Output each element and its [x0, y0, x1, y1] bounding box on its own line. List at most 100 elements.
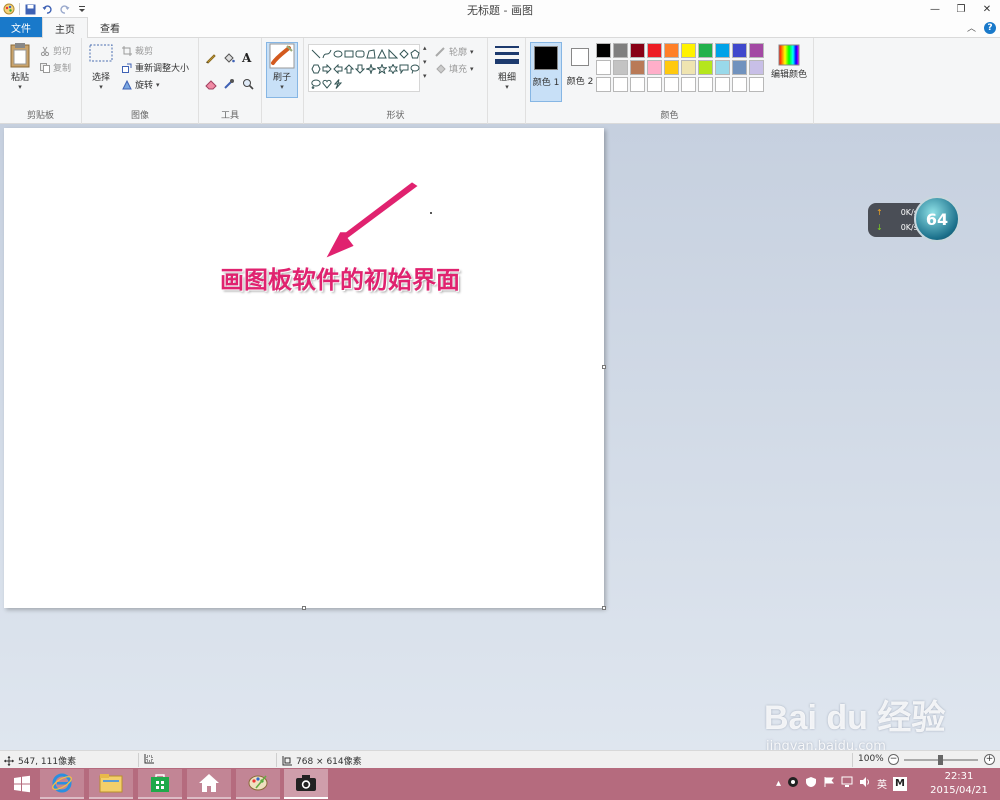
right-arrow-shape-icon[interactable] — [321, 61, 332, 76]
diamond-shape-icon[interactable] — [398, 46, 409, 61]
color-swatch[interactable] — [732, 77, 747, 92]
oval-callout-shape-icon[interactable] — [409, 61, 420, 76]
color-swatch[interactable] — [664, 43, 679, 58]
shapes-scroll-up-icon[interactable]: ▴ — [423, 44, 427, 52]
crop-button[interactable]: 裁剪 — [122, 44, 153, 57]
tab-view[interactable]: 查看 — [88, 17, 132, 37]
heart-shape-icon[interactable] — [321, 76, 332, 91]
five-point-star-shape-icon[interactable] — [376, 61, 387, 76]
six-point-star-shape-icon[interactable] — [387, 61, 398, 76]
triangle-shape-icon[interactable] — [376, 46, 387, 61]
color-swatch[interactable] — [596, 43, 611, 58]
rounded-rectangle-shape-icon[interactable] — [354, 46, 365, 61]
lightning-shape-icon[interactable] — [332, 76, 343, 91]
color-swatch[interactable] — [613, 43, 628, 58]
color-swatch[interactable] — [664, 60, 679, 75]
resize-button[interactable]: 重新调整大小 — [122, 61, 189, 74]
shapes-scroll[interactable]: ▴ ▾ ▾ — [423, 44, 427, 80]
rectangle-shape-icon[interactable] — [343, 46, 354, 61]
cut-button[interactable]: 剪切 — [40, 44, 71, 57]
rect-callout-shape-icon[interactable] — [398, 61, 409, 76]
redo-icon[interactable] — [58, 3, 71, 16]
copy-button[interactable]: 复制 — [40, 61, 71, 74]
paint-app-icon[interactable] — [2, 3, 15, 16]
save-icon[interactable] — [24, 3, 37, 16]
right-triangle-shape-icon[interactable] — [387, 46, 398, 61]
down-arrow-shape-icon[interactable] — [354, 61, 365, 76]
taskbar-ie[interactable] — [40, 769, 84, 799]
pentagon-shape-icon[interactable] — [409, 46, 420, 61]
color-swatch[interactable] — [715, 77, 730, 92]
taskbar-file-explorer[interactable] — [89, 769, 133, 799]
color-swatch[interactable] — [749, 43, 764, 58]
undo-icon[interactable] — [41, 3, 54, 16]
tray-shield-icon[interactable] — [805, 776, 817, 791]
four-point-star-shape-icon[interactable] — [365, 61, 376, 76]
minimize-button[interactable]: — — [922, 0, 948, 18]
magnifier-icon[interactable] — [242, 78, 254, 90]
color-swatch[interactable] — [715, 60, 730, 75]
tray-language[interactable]: 英 — [877, 776, 887, 791]
tray-flag-icon[interactable] — [823, 776, 835, 791]
color-swatch[interactable] — [715, 43, 730, 58]
color-swatch[interactable] — [647, 77, 662, 92]
tray-chevron-icon[interactable]: ▴ — [776, 778, 781, 789]
taskbar-paint[interactable] — [236, 769, 280, 799]
paste-button[interactable]: 粘贴 ▾ — [6, 42, 34, 91]
shapes-scroll-down-icon[interactable]: ▾ — [423, 58, 427, 66]
canvas-resize-handle-corner[interactable] — [602, 606, 606, 610]
tray-volume-icon[interactable] — [859, 776, 871, 791]
network-speed-widget[interactable]: ↑ 0K/s ↓ 0K/s 64 — [868, 196, 962, 246]
color-swatch[interactable] — [613, 60, 628, 75]
close-button[interactable]: ✕ — [974, 0, 1000, 18]
tab-file[interactable]: 文件 — [0, 17, 42, 37]
color-swatch[interactable] — [732, 43, 747, 58]
color-swatch[interactable] — [630, 43, 645, 58]
taskbar-clock[interactable]: 22:31 2015/04/21 — [926, 770, 992, 798]
zoom-slider-thumb[interactable] — [938, 755, 943, 765]
color-swatch[interactable] — [664, 77, 679, 92]
canvas-resize-handle-right[interactable] — [602, 365, 606, 369]
zoom-out-button[interactable]: − — [888, 754, 899, 765]
color-swatch[interactable] — [647, 60, 662, 75]
color-swatch[interactable] — [681, 77, 696, 92]
customize-qat-icon[interactable] — [75, 3, 88, 16]
hexagon-shape-icon[interactable] — [310, 61, 321, 76]
restore-button[interactable]: ❐ — [948, 0, 974, 18]
taskbar-store[interactable] — [138, 769, 182, 799]
start-button[interactable] — [0, 769, 44, 799]
color-swatch[interactable] — [698, 60, 713, 75]
color-swatch[interactable] — [681, 60, 696, 75]
color-swatch[interactable] — [630, 77, 645, 92]
curve-shape-icon[interactable] — [321, 46, 332, 61]
select-button[interactable]: 选择 ▾ — [88, 44, 114, 91]
fill-button[interactable]: 填充 ▾ — [435, 62, 474, 75]
drawing-canvas[interactable]: 画图板软件的初始界面 — [4, 128, 604, 608]
size-button[interactable]: 粗细 ▾ — [492, 44, 522, 91]
color-swatch[interactable] — [647, 43, 662, 58]
color-swatch[interactable] — [749, 77, 764, 92]
line-shape-icon[interactable] — [310, 46, 321, 61]
color-swatch[interactable] — [630, 60, 645, 75]
canvas-workspace[interactable]: 画图板软件的初始界面 ↑ 0K/s ↓ 0K/s 64 Bai du 经验 ji… — [0, 124, 1000, 754]
color-swatch[interactable] — [698, 77, 713, 92]
pencil-icon[interactable] — [205, 52, 217, 64]
cloud-callout-shape-icon[interactable] — [310, 76, 321, 91]
shapes-expand-icon[interactable]: ▾ — [423, 72, 427, 80]
tray-ime[interactable]: M — [893, 776, 908, 791]
tab-home[interactable]: 主页 — [42, 17, 88, 38]
tray-network-icon[interactable] — [841, 776, 853, 791]
text-tool-icon[interactable]: A — [242, 51, 251, 65]
edit-colors-button[interactable]: 编辑颜色 — [768, 44, 810, 80]
zoom-in-button[interactable]: + — [984, 754, 995, 765]
up-arrow-shape-icon[interactable] — [343, 61, 354, 76]
outline-button[interactable]: 轮廓 ▾ — [435, 45, 474, 58]
tray-app-icon[interactable] — [787, 776, 799, 791]
color-swatch[interactable] — [732, 60, 747, 75]
color-swatch[interactable] — [613, 77, 628, 92]
taskbar-home[interactable] — [187, 769, 231, 799]
color-swatch[interactable] — [698, 43, 713, 58]
color-swatch[interactable] — [596, 77, 611, 92]
color1-button[interactable]: 颜色 1 — [530, 42, 562, 102]
fill-bucket-icon[interactable] — [223, 52, 235, 64]
